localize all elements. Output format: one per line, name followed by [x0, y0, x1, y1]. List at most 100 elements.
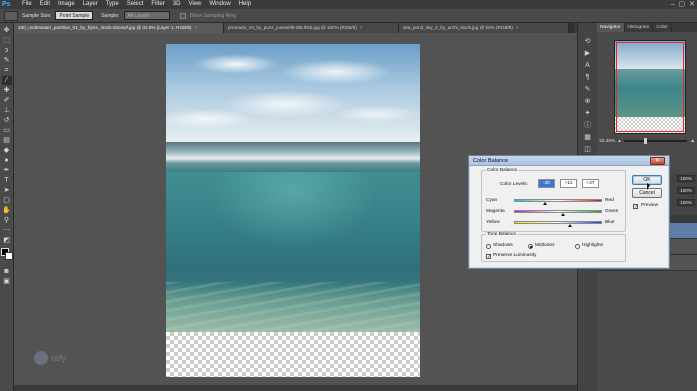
- eyedropper-tool-icon[interactable]: ⁄: [1, 76, 12, 85]
- zoom-value[interactable]: 32.46%: [599, 139, 615, 144]
- background-color-swatch[interactable]: [4, 252, 13, 260]
- opacity-field[interactable]: 100%: [677, 175, 695, 182]
- preview-checkbox[interactable]: ✓: [633, 204, 638, 210]
- color-level-magenta-green-input[interactable]: +11: [560, 179, 577, 188]
- menu-3d[interactable]: 3D: [173, 0, 181, 9]
- watermark: rafy: [34, 348, 94, 368]
- dialog-close-icon[interactable]: ✕: [650, 157, 665, 165]
- menu-view[interactable]: View: [188, 0, 201, 9]
- eraser-tool-icon[interactable]: ▭: [2, 126, 12, 135]
- menu-type[interactable]: Type: [106, 0, 119, 9]
- menu-help[interactable]: Help: [239, 0, 251, 9]
- menu-filter[interactable]: Filter: [151, 0, 164, 9]
- zoom-slider-knob[interactable]: [643, 138, 647, 144]
- menu-edit[interactable]: Edit: [40, 0, 50, 9]
- navigator-view-box[interactable]: [616, 42, 684, 132]
- menu-file[interactable]: File: [22, 0, 32, 9]
- healing-brush-tool-icon[interactable]: ✚: [2, 86, 12, 95]
- restore-icon[interactable]: ▢: [679, 0, 686, 9]
- hand-tool-icon[interactable]: ✋: [2, 206, 12, 215]
- quick-mask-icon[interactable]: ◙: [2, 267, 12, 276]
- cyan-red-track[interactable]: [514, 199, 602, 202]
- brush-panel-icon[interactable]: ✎: [583, 85, 593, 94]
- minimize-icon[interactable]: –: [671, 0, 675, 9]
- crop-tool-icon[interactable]: ⌗: [2, 66, 12, 75]
- info-panel-icon[interactable]: ⓘ: [583, 121, 593, 130]
- dialog-titlebar[interactable]: Color Balance: [469, 156, 669, 166]
- transparent-area: [166, 332, 420, 377]
- clone-source-panel-icon[interactable]: ⊕: [583, 97, 593, 106]
- tone-balance-group: Tone Balance Shadows Midtones Highlights…: [481, 232, 626, 262]
- type-tool-icon[interactable]: T: [2, 176, 12, 185]
- color-level-yellow-blue-input[interactable]: +27: [582, 179, 599, 188]
- tab-histogram[interactable]: Histogram: [624, 23, 654, 32]
- color-level-cyan-red-input[interactable]: -30: [538, 179, 555, 188]
- menu-image[interactable]: Image: [58, 0, 75, 9]
- document-canvas[interactable]: [166, 44, 420, 377]
- move-tool-icon[interactable]: ✥: [2, 26, 12, 35]
- close-tab-icon[interactable]: ×: [360, 25, 363, 30]
- styles-panel-icon[interactable]: ◫: [583, 145, 593, 154]
- cyan-red-slider-knob[interactable]: [542, 202, 547, 205]
- color-swatches[interactable]: [0, 248, 13, 262]
- close-tab-icon[interactable]: ×: [194, 25, 197, 30]
- highlights-radio[interactable]: [575, 244, 580, 249]
- show-ring-checkbox[interactable]: [179, 12, 186, 19]
- sea-surface: [166, 142, 420, 172]
- zoom-tool-icon[interactable]: ⚲: [2, 216, 12, 225]
- fill-field[interactable]: 100%: [677, 187, 695, 194]
- zoom-out-icon[interactable]: ▴: [618, 139, 620, 144]
- preserve-luminosity-checkbox[interactable]: ✓: [486, 254, 491, 260]
- tab-underwater-doc[interactable]: 480_underwater_partition_01_by_frjorn_st…: [14, 23, 224, 33]
- swatches-panel-icon[interactable]: ▦: [583, 133, 593, 142]
- preserve-luminosity-label: Preserve Luminosity: [493, 253, 537, 258]
- character-panel-icon[interactable]: A: [583, 61, 593, 70]
- navigator-panel-tabs: Navigator Histogram Color: [597, 23, 697, 32]
- yellow-blue-slider-row: Yellow Blue: [482, 220, 627, 227]
- default-colors-icon[interactable]: ◩: [2, 236, 12, 245]
- marquee-tool-icon[interactable]: ⬚: [2, 36, 12, 45]
- tab-sky-doc[interactable]: sea_pond_sky_2_by_archi_stock.jpg @ 50% …: [399, 23, 569, 33]
- menu-window[interactable]: Window: [209, 0, 230, 9]
- magenta-green-track[interactable]: [514, 210, 602, 213]
- history-panel-icon[interactable]: ⟲: [583, 37, 593, 46]
- paragraph-panel-icon[interactable]: ¶: [583, 73, 593, 82]
- shadows-radio[interactable]: [486, 244, 491, 249]
- tool-presets-panel-icon[interactable]: ✦: [583, 109, 593, 118]
- midtones-radio[interactable]: [528, 244, 533, 249]
- navigator-thumbnail[interactable]: [614, 40, 686, 134]
- sample-size-select[interactable]: Point Sample: [55, 11, 94, 20]
- tab-navigator[interactable]: Navigator: [597, 23, 625, 32]
- zoom-in-icon[interactable]: ▲: [690, 139, 695, 144]
- tool-more-icon[interactable]: ⋯: [2, 226, 12, 235]
- tab-premade-doc[interactable]: premade_10_by_punz_jnews0f9-d5t.lh5b.jpg…: [224, 23, 399, 33]
- shadows-label: Shadows: [493, 243, 513, 248]
- quick-select-tool-icon[interactable]: ✎: [2, 56, 12, 65]
- eyedropper-preset-icon[interactable]: [4, 10, 18, 21]
- close-tab-icon[interactable]: ×: [516, 25, 519, 30]
- menu-layer[interactable]: Layer: [83, 0, 98, 9]
- screen-mode-icon[interactable]: ▣: [2, 277, 12, 286]
- gradient-tool-icon[interactable]: ▤: [2, 136, 12, 145]
- sample-select[interactable]: All Layers: [123, 11, 170, 20]
- actions-panel-icon[interactable]: ▶: [583, 49, 593, 58]
- tab-color[interactable]: Color: [653, 23, 672, 32]
- dodge-tool-icon[interactable]: ●: [2, 156, 12, 165]
- menu-select[interactable]: Select: [127, 0, 144, 9]
- brush-tool-icon[interactable]: ✐: [2, 96, 12, 105]
- value-field[interactable]: 100%: [677, 199, 695, 206]
- shape-tool-icon[interactable]: ▢: [2, 196, 12, 205]
- history-brush-tool-icon[interactable]: ↺: [2, 116, 12, 125]
- path-select-tool-icon[interactable]: ➤: [2, 186, 12, 195]
- zoom-slider[interactable]: [623, 138, 688, 144]
- clone-stamp-tool-icon[interactable]: ⊥: [2, 106, 12, 115]
- blur-tool-icon[interactable]: ◆: [2, 146, 12, 155]
- pen-tool-icon[interactable]: ✒: [2, 166, 12, 175]
- yellow-blue-slider-knob[interactable]: [567, 224, 572, 227]
- tab-label: premade_10_by_punz_jnews0f9-d5t.lh5b.jpg…: [228, 25, 357, 30]
- magenta-green-slider-knob[interactable]: [560, 213, 565, 216]
- close-icon[interactable]: ✕: [689, 0, 695, 9]
- yellow-blue-track[interactable]: [514, 221, 602, 224]
- lasso-tool-icon[interactable]: ↄ: [2, 46, 12, 55]
- yellow-label: Yellow: [486, 220, 500, 225]
